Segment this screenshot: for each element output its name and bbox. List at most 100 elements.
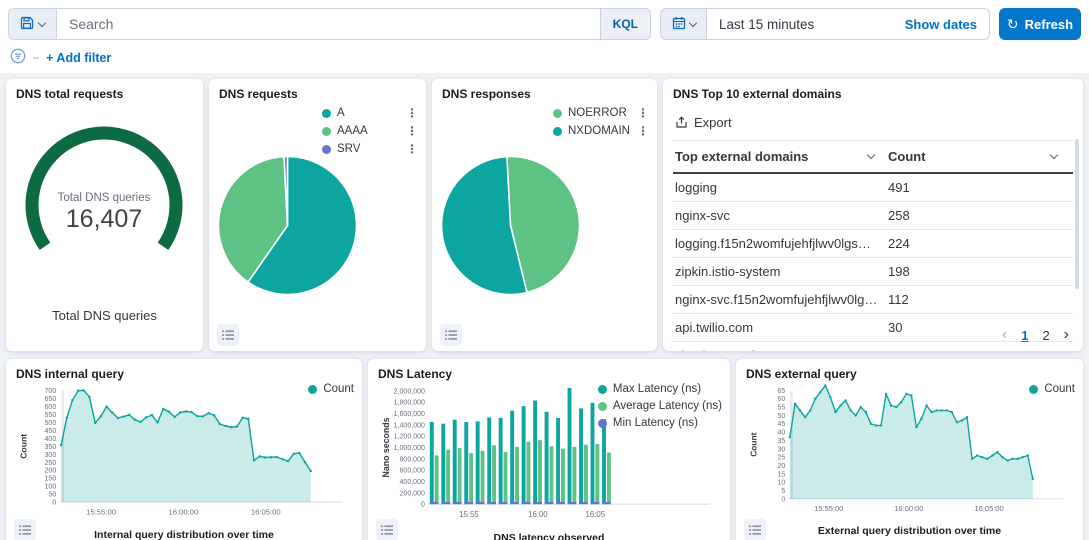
- legend-item[interactable]: Count: [1029, 383, 1075, 395]
- x-axis-title: External query distribution over time: [746, 525, 1073, 537]
- domain-cell: nginx-svc.f15n2womfujehfjlwv0lgs3no...: [675, 292, 888, 307]
- legend-item[interactable]: A⋮: [322, 107, 418, 119]
- legend-toggle-button[interactable]: [217, 324, 239, 346]
- svg-text:15:55:00: 15:55:00: [814, 504, 843, 513]
- legend-item[interactable]: Count: [308, 383, 354, 395]
- add-filter-link[interactable]: + Add filter: [46, 51, 111, 65]
- count-cell: 491: [888, 180, 1071, 195]
- svg-text:1,200,000: 1,200,000: [394, 434, 425, 441]
- table-row[interactable]: logging.f15n2womfujehfjlwv0lgs3nog....22…: [673, 230, 1073, 258]
- color-dot-icon: [598, 385, 607, 394]
- next-page-icon[interactable]: ›: [1064, 327, 1069, 343]
- svg-text:0: 0: [781, 496, 785, 503]
- panel-title: DNS Latency: [378, 367, 720, 381]
- count-cell: 112: [888, 292, 1071, 307]
- saved-query-menu-button[interactable]: [9, 9, 57, 39]
- legend-item[interactable]: Min Latency (ns): [598, 417, 722, 429]
- dashboard-canvas: DNS total requests Total DNS queries16,4…: [0, 73, 1089, 540]
- color-dot-icon: [598, 402, 607, 411]
- svg-text:0: 0: [52, 499, 56, 507]
- chevron-down-icon: [1050, 151, 1058, 159]
- legend-item[interactable]: Average Latency (ns): [598, 400, 722, 412]
- overflow-menu-icon[interactable]: ⋮: [406, 143, 418, 155]
- svg-text:550: 550: [44, 411, 56, 419]
- chevron-down-icon: [38, 18, 46, 26]
- panel-title: DNS total requests: [16, 87, 193, 101]
- color-dot-icon: [598, 419, 607, 428]
- legend-item[interactable]: NOERROR⋮: [553, 107, 649, 119]
- legend-item[interactable]: AAAA⋮: [322, 125, 418, 137]
- overflow-menu-icon[interactable]: ⋮: [406, 107, 418, 119]
- time-range-value[interactable]: Last 15 minutes: [707, 9, 893, 39]
- calendar-menu-button[interactable]: [661, 9, 707, 39]
- legend-label: NXDOMAIN: [568, 125, 630, 137]
- column-header-count[interactable]: Count: [888, 149, 1071, 164]
- page-2-button[interactable]: 2: [1042, 328, 1049, 343]
- search-input[interactable]: [57, 9, 600, 39]
- svg-text:400: 400: [44, 435, 56, 443]
- pie-chart[interactable]: [438, 153, 583, 298]
- table-row[interactable]: checkoutservice12: [673, 342, 1073, 351]
- legend-label: Count: [1044, 383, 1075, 395]
- color-dot-icon: [322, 127, 331, 136]
- overflow-menu-icon[interactable]: ⋮: [637, 107, 649, 119]
- svg-text:16:05: 16:05: [586, 510, 606, 519]
- legend-item[interactable]: NXDOMAIN ⋮: [553, 125, 649, 137]
- table-row[interactable]: nginx-svc258: [673, 202, 1073, 230]
- previous-page-icon[interactable]: ‹: [1002, 327, 1007, 343]
- panel-dns-responses: DNS responses NOERROR⋮NXDOMAIN⋮: [432, 79, 657, 351]
- svg-text:15:55:00: 15:55:00: [86, 508, 116, 517]
- svg-text:600,000: 600,000: [400, 468, 425, 475]
- kql-language-button[interactable]: KQL: [600, 9, 650, 39]
- panel-dns-top-external-domains: DNS Top 10 external domains Export Top e…: [663, 79, 1083, 351]
- legend-toggle-button[interactable]: [14, 519, 36, 540]
- table-row[interactable]: logging491: [673, 174, 1073, 202]
- table-row[interactable]: nginx-svc.f15n2womfujehfjlwv0lgs3no...11…: [673, 286, 1073, 314]
- domain-cell: zipkin.istio-system: [675, 264, 888, 279]
- table-row[interactable]: zipkin.istio-system198: [673, 258, 1073, 286]
- legend-toggle-button[interactable]: [744, 519, 766, 540]
- svg-text:16:00:00: 16:00:00: [894, 504, 923, 513]
- legend-item[interactable]: Max Latency (ns): [598, 383, 722, 395]
- legend: Count: [1029, 383, 1075, 395]
- show-dates-link[interactable]: Show dates: [893, 9, 989, 39]
- table-header: Top external domains Count: [673, 140, 1073, 174]
- svg-text:16:00: 16:00: [528, 510, 548, 519]
- color-dot-icon: [553, 127, 562, 136]
- overflow-menu-icon[interactable]: ⋮: [637, 125, 649, 137]
- color-dot-icon: [553, 109, 562, 118]
- calendar-icon: [672, 16, 686, 33]
- refresh-button[interactable]: ↻ Refresh: [999, 8, 1081, 40]
- svg-text:650: 650: [44, 395, 56, 403]
- list-icon: [445, 329, 457, 341]
- domain-cell: checkoutservice: [675, 348, 888, 351]
- legend-toggle-button[interactable]: [376, 519, 398, 540]
- chevron-down-icon: [867, 151, 875, 159]
- legend-label: A: [337, 107, 345, 119]
- column-header-domains[interactable]: Top external domains: [675, 149, 888, 164]
- page-1-button[interactable]: 1: [1021, 328, 1028, 343]
- panel-dns-internal-query: DNS internal query Count 050100150200250…: [6, 359, 362, 540]
- legend-toggle-button[interactable]: [440, 324, 462, 346]
- legend: NOERROR⋮ NXDOMAIN ⋮: [553, 107, 649, 137]
- svg-text:600: 600: [44, 403, 56, 411]
- svg-text:0: 0: [421, 502, 425, 509]
- svg-text:16:05:00: 16:05:00: [975, 504, 1004, 513]
- area-chart[interactable]: 0501001502002503003504004505005506006507…: [16, 383, 352, 529]
- gauge-bottom-label: Total DNS queries: [6, 308, 203, 323]
- scrollbar[interactable]: [1075, 139, 1079, 289]
- svg-text:400,000: 400,000: [400, 479, 425, 486]
- pagination: ‹ 1 2 ›: [1002, 327, 1069, 343]
- filter-icon[interactable]: [10, 48, 26, 67]
- pie-chart[interactable]: [215, 153, 360, 298]
- area-chart[interactable]: 05101520253035404550556065Count15:55:001…: [746, 383, 1073, 525]
- count-cell: 198: [888, 264, 1071, 279]
- export-button[interactable]: Export: [675, 115, 1073, 130]
- table-body: logging491nginx-svc258logging.f15n2womfu…: [673, 174, 1073, 351]
- svg-text:10: 10: [778, 480, 786, 487]
- list-icon: [749, 524, 761, 536]
- query-bar: KQL Last 15 minutes Show dates ↻ Refresh: [0, 0, 1089, 40]
- legend-label: Min Latency (ns): [613, 417, 698, 429]
- svg-text:800,000: 800,000: [400, 456, 425, 463]
- overflow-menu-icon[interactable]: ⋮: [406, 125, 418, 137]
